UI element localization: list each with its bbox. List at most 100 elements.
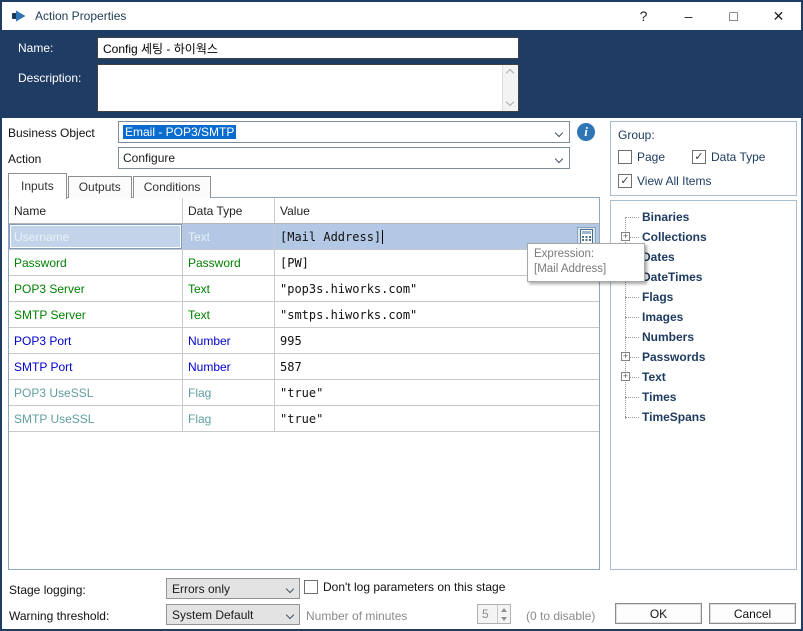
- warning-threshold-select[interactable]: System Default: [166, 604, 300, 625]
- minutes-spinner[interactable]: 5: [477, 604, 511, 624]
- cell-data-type: Text: [183, 224, 275, 249]
- table-row-password[interactable]: Password Password [PW]: [9, 250, 599, 276]
- scroll-up-icon[interactable]: [505, 68, 515, 78]
- chevron-down-icon: [554, 154, 564, 164]
- dont-log-checkbox[interactable]: Don't log parameters on this stage: [304, 580, 505, 594]
- business-object-label: Business Object: [8, 126, 95, 140]
- inputs-table-header: Name Data Type Value: [9, 198, 599, 224]
- info-icon[interactable]: i: [577, 123, 595, 141]
- checkbox-view-all-items[interactable]: ✓ View All Items: [618, 174, 711, 188]
- value-text: 587: [280, 359, 302, 374]
- action-select[interactable]: Configure: [118, 147, 570, 169]
- checkbox-data-type[interactable]: ✓ Data Type: [692, 150, 765, 164]
- description-textarea[interactable]: [97, 64, 519, 112]
- chevron-down-icon: [285, 584, 295, 594]
- value-text: "true": [280, 411, 324, 426]
- tooltip-line1: Expression:: [534, 248, 595, 260]
- text-caret: [382, 229, 384, 244]
- expand-plus-icon[interactable]: +: [621, 232, 630, 241]
- dont-log-label: Don't log parameters on this stage: [323, 580, 506, 594]
- checkbox-page[interactable]: Page: [618, 150, 665, 164]
- business-object-select[interactable]: Email - POP3/SMTP: [118, 121, 570, 143]
- tree-item-text[interactable]: + Text: [611, 367, 796, 387]
- tree-item-label: Passwords: [642, 350, 706, 364]
- expand-plus-icon[interactable]: +: [621, 352, 630, 361]
- value-text: "true": [280, 385, 324, 400]
- table-row-username[interactable]: Username Text [Mail Address]: [9, 224, 599, 250]
- tab-conditions[interactable]: Conditions: [132, 176, 212, 198]
- column-header-data-type: Data Type: [183, 198, 275, 223]
- table-row-smtp-server[interactable]: SMTP Server Text "smtps.hiworks.com": [9, 302, 599, 328]
- tab-outputs[interactable]: Outputs: [67, 176, 132, 198]
- business-object-value: Email - POP3/SMTP: [123, 125, 237, 139]
- tree-item-numbers[interactable]: Numbers: [611, 327, 796, 347]
- stage-logging-label: Stage logging:: [9, 583, 86, 597]
- table-row-pop3-usessl[interactable]: POP3 UseSSL Flag "true": [9, 380, 599, 406]
- table-row-smtp-port[interactable]: SMTP Port Number 587: [9, 354, 599, 380]
- tree-item-label: Images: [642, 310, 684, 324]
- tree-item-label: Times: [642, 390, 677, 404]
- cell-name: Username: [9, 224, 183, 249]
- name-label: Name:: [18, 41, 54, 55]
- tree-item-flags[interactable]: Flags: [611, 287, 796, 307]
- value-text: 995: [280, 333, 302, 348]
- cancel-button[interactable]: Cancel: [709, 603, 796, 624]
- expand-plus-icon[interactable]: +: [621, 372, 630, 381]
- value-text: "smtps.hiworks.com": [280, 307, 418, 322]
- minutes-value: 5: [482, 607, 489, 621]
- checkbox-box: [304, 580, 318, 594]
- description-scrollbar[interactable]: [502, 65, 518, 111]
- cell-name: SMTP Port: [9, 354, 183, 379]
- tree-item-binaries[interactable]: Binaries: [611, 207, 796, 227]
- description-label: Description:: [18, 71, 82, 85]
- table-row-pop3-server[interactable]: POP3 Server Text "pop3s.hiworks.com": [9, 276, 599, 302]
- value-text: "pop3s.hiworks.com": [280, 281, 418, 296]
- cell-data-type: Number: [183, 354, 275, 379]
- window-title: Action Properties: [35, 9, 127, 23]
- checkbox-box: ✓: [692, 150, 706, 164]
- tree-item-timespans[interactable]: TimeSpans: [611, 407, 796, 427]
- help-button[interactable]: ?: [621, 2, 666, 30]
- maximize-button[interactable]: □: [711, 2, 756, 30]
- cell-value[interactable]: "true": [275, 406, 599, 431]
- cell-data-type: Flag: [183, 406, 275, 431]
- close-button[interactable]: ✕: [756, 2, 801, 30]
- tree-item-passwords[interactable]: + Passwords: [611, 347, 796, 367]
- cell-name: SMTP UseSSL: [9, 406, 183, 431]
- spinner-up-icon[interactable]: [498, 605, 510, 614]
- cell-data-type: Number: [183, 328, 275, 353]
- stage-logging-value: Errors only: [172, 581, 231, 596]
- table-row-pop3-port[interactable]: POP3 Port Number 995: [9, 328, 599, 354]
- group-label: Group:: [618, 128, 655, 142]
- cell-value[interactable]: "true": [275, 380, 599, 405]
- disable-hint-label: (0 to disable): [526, 609, 596, 623]
- cell-name: POP3 UseSSL: [9, 380, 183, 405]
- spinner-buttons: [497, 605, 510, 623]
- header-band: Name: Description:: [2, 30, 801, 118]
- tab-strip: Inputs Outputs Conditions: [8, 172, 212, 199]
- spinner-down-icon[interactable]: [498, 614, 510, 623]
- cell-value[interactable]: "smtps.hiworks.com": [275, 302, 599, 327]
- tree-item-times[interactable]: Times: [611, 387, 796, 407]
- cell-value[interactable]: 587: [275, 354, 599, 379]
- table-row-smtp-usessl[interactable]: SMTP UseSSL Flag "true": [9, 406, 599, 432]
- cell-data-type: Password: [183, 250, 275, 275]
- action-label: Action: [8, 152, 42, 166]
- stage-logging-select[interactable]: Errors only: [166, 578, 300, 599]
- tree-item-label: Dates: [642, 250, 675, 264]
- cell-value[interactable]: 995: [275, 328, 599, 353]
- tree-item-images[interactable]: Images: [611, 307, 796, 327]
- group-panel: Group: Page ✓ Data Type ✓ View All Items: [610, 121, 797, 196]
- title-bar: Action Properties ? – □ ✕: [2, 2, 801, 30]
- minimize-button[interactable]: –: [666, 2, 711, 30]
- tree-item-label: Flags: [642, 290, 674, 304]
- action-value: Configure: [123, 151, 176, 165]
- cell-name: Password: [9, 250, 183, 275]
- action-stage-icon: [12, 10, 26, 22]
- checkbox-label: Page: [637, 150, 666, 164]
- tab-inputs[interactable]: Inputs: [8, 173, 67, 199]
- name-input[interactable]: [97, 37, 519, 59]
- cell-name: POP3 Port: [9, 328, 183, 353]
- scroll-down-icon[interactable]: [505, 97, 515, 107]
- ok-button[interactable]: OK: [615, 603, 702, 624]
